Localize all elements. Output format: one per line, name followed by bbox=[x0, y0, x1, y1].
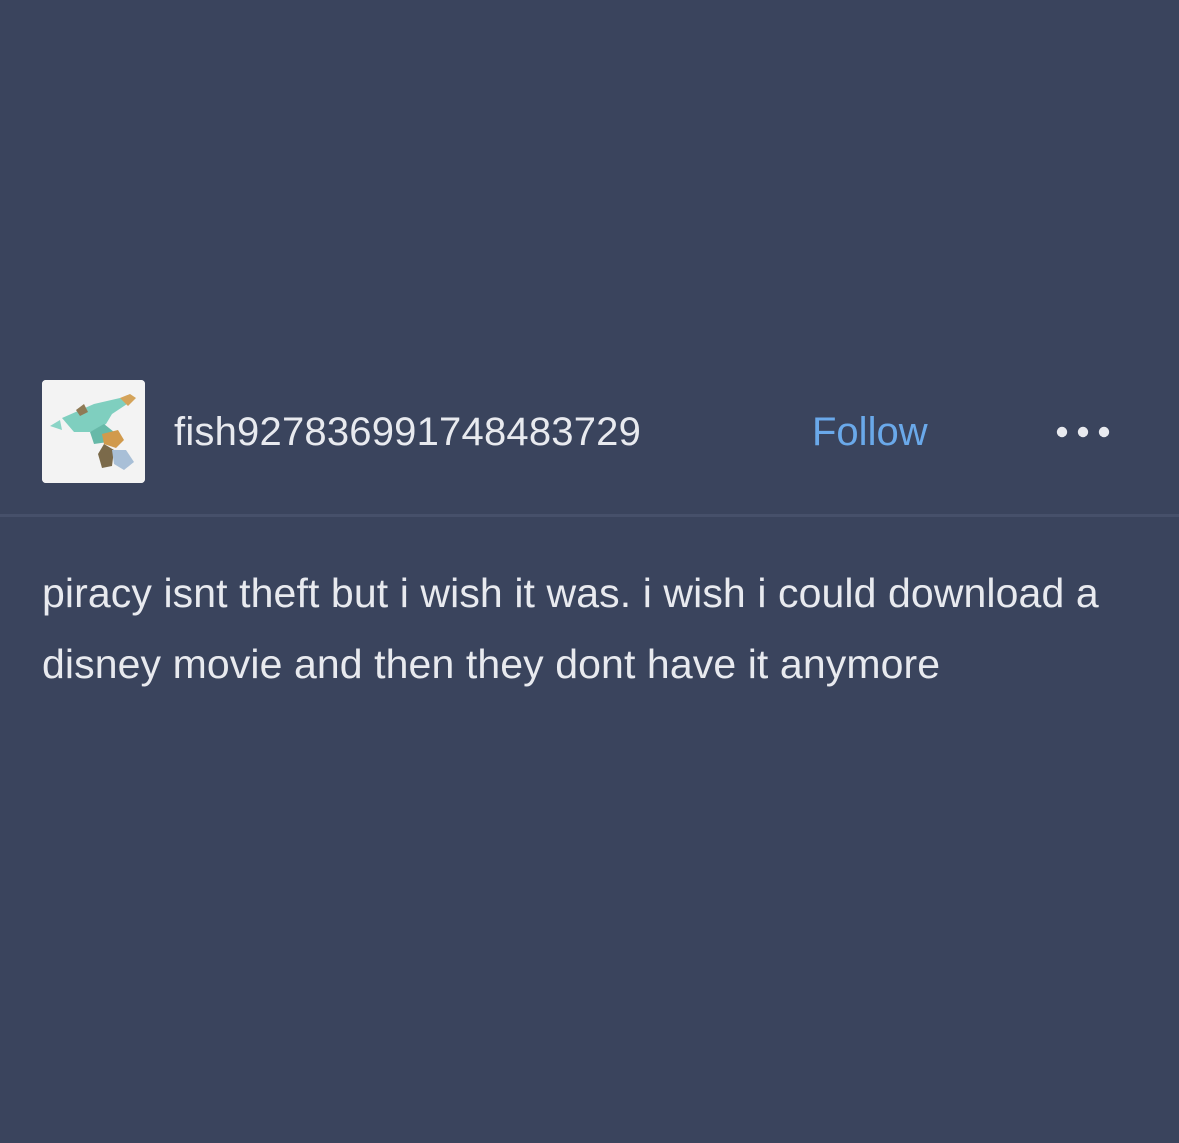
post-header: fish927836991748483729 Follow bbox=[42, 380, 1122, 484]
more-options-button[interactable] bbox=[1052, 422, 1114, 442]
blog-username[interactable]: fish927836991748483729 bbox=[174, 408, 641, 456]
blog-avatar-dragon-icon bbox=[42, 380, 145, 483]
more-horizontal-icon bbox=[1056, 426, 1110, 438]
follow-button[interactable]: Follow bbox=[812, 408, 928, 456]
blog-avatar[interactable] bbox=[42, 380, 145, 483]
header-divider bbox=[0, 514, 1179, 517]
post-text: piracy isnt theft but i wish it was. i w… bbox=[42, 570, 1099, 687]
